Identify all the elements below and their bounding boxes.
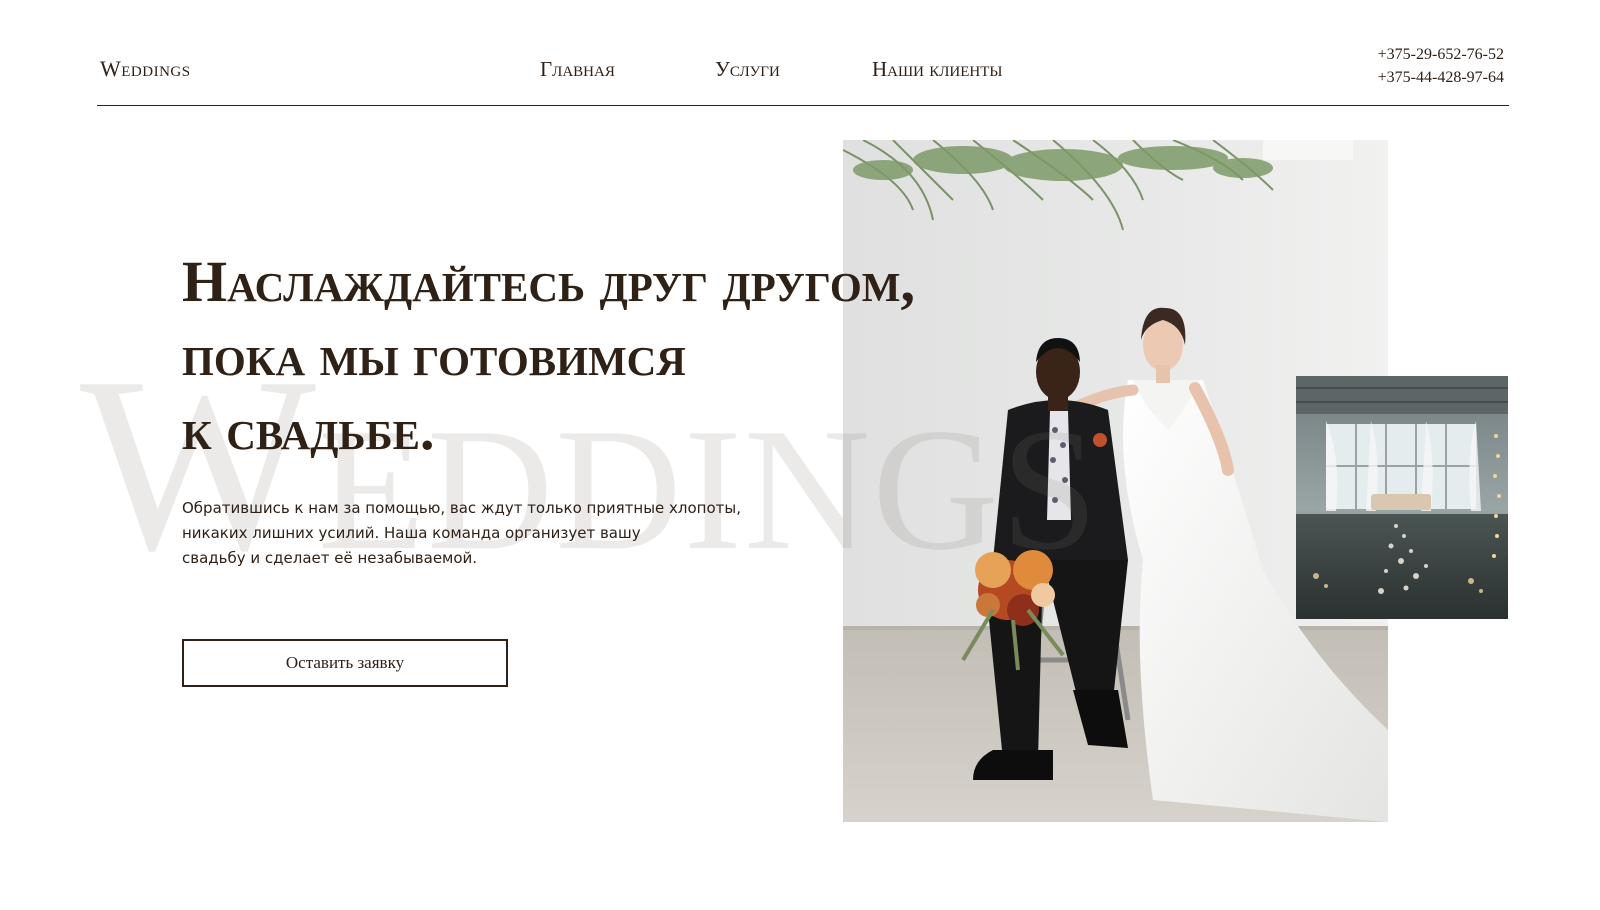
- site-logo[interactable]: Weddings: [100, 56, 191, 82]
- hero-description-line-2: никаких лишних усилий. Наша команда орга…: [182, 524, 641, 542]
- hero-title-line-1: Наслаждайтесь друг другом,: [182, 249, 915, 314]
- hero-description-line-1: Обратившись к нам за помощью, вас ждут т…: [182, 499, 742, 517]
- phone-link-1[interactable]: +375-29-652-76-52: [1378, 43, 1504, 66]
- hero-description: Обратившись к нам за помощью, вас ждут т…: [182, 496, 782, 571]
- hero-title: Наслаждайтесь друг другом, пока мы готов…: [182, 245, 915, 467]
- nav-item-services[interactable]: Услуги: [715, 57, 780, 82]
- landing-page: Weddings Главная Услуги Наши клиенты +37…: [0, 0, 1600, 910]
- contact-phones: +375-29-652-76-52 +375-44-428-97-64: [1378, 43, 1504, 89]
- hero-description-line-3: свадьбу и сделает её незабываемой.: [182, 549, 478, 567]
- phone-link-2[interactable]: +375-44-428-97-64: [1378, 66, 1504, 89]
- nav-item-home[interactable]: Главная: [540, 57, 615, 82]
- nav-item-clients[interactable]: Наши клиенты: [872, 57, 1002, 82]
- hero-title-line-2: пока мы готовимся: [182, 323, 686, 388]
- header-divider: [97, 105, 1509, 106]
- venue-photo: [1296, 376, 1508, 619]
- submit-request-button[interactable]: Оставить заявку: [182, 639, 508, 687]
- hero-title-line-3: к свадьбе.: [182, 397, 435, 462]
